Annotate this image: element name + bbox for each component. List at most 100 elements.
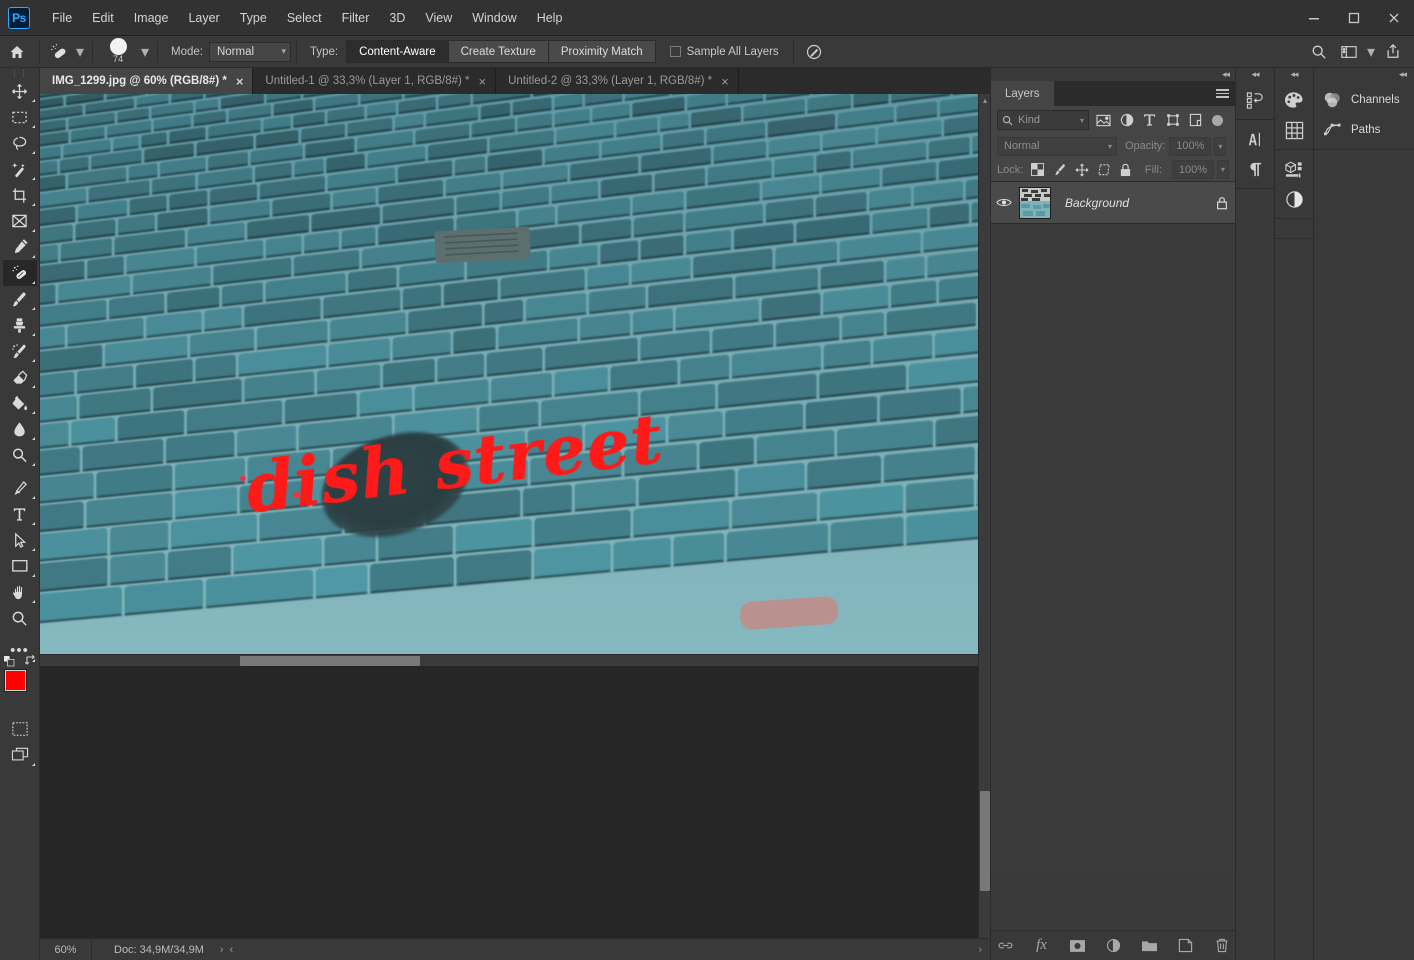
rectangular-marquee-tool[interactable] <box>3 104 37 130</box>
filter-shape-icon[interactable] <box>1162 110 1183 131</box>
minimize-button[interactable] <box>1294 0 1334 36</box>
menu-view[interactable]: View <box>415 0 462 35</box>
type-content-aware-button[interactable]: Content-Aware <box>347 41 449 62</box>
move-tool[interactable] <box>3 78 37 104</box>
brush-tool[interactable] <box>3 286 37 312</box>
close-icon[interactable]: × <box>479 75 487 88</box>
workspace-switcher-icon[interactable] <box>1334 38 1364 66</box>
crop-tool[interactable] <box>3 182 37 208</box>
filter-kind-select[interactable]: Kind ▾ <box>997 110 1089 130</box>
fill-value[interactable]: 100% <box>1172 160 1214 179</box>
spot-healing-brush-tool[interactable] <box>3 260 37 286</box>
canvas-horizontal-scrollbar[interactable] <box>40 654 978 666</box>
maximize-button[interactable] <box>1334 0 1374 36</box>
filter-enable-toggle[interactable] <box>1212 115 1223 126</box>
layer-visibility-toggle[interactable] <box>991 197 1017 208</box>
path-selection-tool[interactable] <box>3 527 37 553</box>
collapse-arrows-icon[interactable]: ◂◂ <box>1222 69 1229 80</box>
add-layer-mask-icon[interactable] <box>1068 936 1088 956</box>
canvas-area[interactable]: dish street ▴ ▾ <box>40 94 990 960</box>
lasso-tool[interactable] <box>3 130 37 156</box>
layers-list[interactable]: Background <box>991 182 1235 872</box>
airbrush-pressure-icon[interactable] <box>799 38 829 66</box>
zoom-tool[interactable] <box>3 605 37 631</box>
document-tab-untitled-1[interactable]: Untitled-1 @ 33,3% (Layer 1, RGB/8#) * × <box>253 68 496 94</box>
menu-edit[interactable]: Edit <box>82 0 124 35</box>
panel-menu-icon[interactable] <box>1216 81 1229 106</box>
collapse-arrows-icon[interactable]: ◂◂ <box>1236 68 1274 81</box>
character-panel-icon[interactable] <box>1236 124 1274 154</box>
new-layer-icon[interactable] <box>1176 936 1196 956</box>
paths-panel-button[interactable]: Paths <box>1314 115 1414 145</box>
history-brush-tool[interactable] <box>3 338 37 364</box>
canvas-vertical-scrollbar[interactable]: ▴ ▾ <box>978 94 990 948</box>
close-icon[interactable]: × <box>721 75 729 88</box>
screen-mode-button[interactable] <box>3 742 37 768</box>
layers-panel-collapse-row[interactable]: ◂◂ <box>991 68 1235 81</box>
eyedropper-tool[interactable] <box>3 234 37 260</box>
blend-mode-select[interactable]: Normal ▾ <box>209 42 291 62</box>
filter-type-icon[interactable] <box>1139 110 1160 131</box>
menu-window[interactable]: Window <box>462 0 526 35</box>
delete-layer-icon[interactable] <box>1212 936 1232 956</box>
paragraph-panel-icon[interactable] <box>1236 154 1274 184</box>
tab-layers[interactable]: Layers <box>991 81 1054 106</box>
layer-blend-mode-select[interactable]: Normal ▾ <box>997 137 1117 156</box>
dodge-tool[interactable] <box>3 442 37 468</box>
horizontal-scroll-thumb[interactable] <box>240 656 420 666</box>
zoom-level[interactable]: 60% <box>40 939 92 960</box>
quick-mask-button[interactable] <box>3 716 37 742</box>
layer-row-background[interactable]: Background <box>991 182 1235 224</box>
lock-transparent-pixels-icon[interactable] <box>1029 161 1046 178</box>
eraser-tool[interactable] <box>3 364 37 390</box>
menu-help[interactable]: Help <box>527 0 573 35</box>
gradient-tool[interactable] <box>3 390 37 416</box>
brush-preset-chevron-down-icon[interactable]: ▾ <box>138 42 152 62</box>
status-right-arrow-icon[interactable]: › <box>978 944 990 956</box>
workspace-chevron-down-icon[interactable]: ▾ <box>1364 42 1378 62</box>
swap-colors-icon[interactable] <box>24 654 37 669</box>
collapse-arrows-icon[interactable]: ◂◂ <box>1275 68 1313 81</box>
menu-image[interactable]: Image <box>124 0 179 35</box>
lock-artboard-icon[interactable] <box>1095 161 1112 178</box>
properties-3d-panel-icon[interactable] <box>1275 154 1313 184</box>
spot-healing-brush-icon[interactable] <box>45 38 73 66</box>
share-icon[interactable] <box>1378 38 1408 66</box>
filter-adjustment-icon[interactable] <box>1116 110 1137 131</box>
sample-all-layers-checkbox[interactable]: Sample All Layers <box>670 46 779 58</box>
menu-layer[interactable]: Layer <box>178 0 229 35</box>
type-create-texture-button[interactable]: Create Texture <box>449 41 549 62</box>
filter-smart-object-icon[interactable] <box>1185 110 1206 131</box>
menu-file[interactable]: File <box>42 0 82 35</box>
menu-3d[interactable]: 3D <box>379 0 415 35</box>
opacity-value[interactable]: 100% <box>1169 137 1211 156</box>
filter-pixel-icon[interactable] <box>1093 110 1114 131</box>
vertical-scroll-thumb[interactable] <box>980 791 990 891</box>
history-panel-icon[interactable] <box>1236 85 1274 115</box>
channels-panel-button[interactable]: Channels <box>1314 85 1414 115</box>
toolbar-grip[interactable]: ⋮⋮ <box>0 68 39 78</box>
hand-tool[interactable] <box>3 579 37 605</box>
document-canvas[interactable]: dish street <box>40 94 978 666</box>
color-panel-icon[interactable] <box>1275 85 1313 115</box>
magic-wand-tool[interactable] <box>3 156 37 182</box>
adjustments-panel-icon[interactable] <box>1275 184 1313 214</box>
layer-thumbnail[interactable] <box>1019 187 1051 219</box>
collapse-arrows-icon[interactable]: ◂◂ <box>1314 68 1414 81</box>
close-button[interactable] <box>1374 0 1414 36</box>
menu-type[interactable]: Type <box>230 0 277 35</box>
close-icon[interactable]: × <box>236 75 244 88</box>
clone-stamp-tool[interactable] <box>3 312 37 338</box>
foreground-color-swatch[interactable] <box>5 670 26 691</box>
swatches-panel-icon[interactable] <box>1275 115 1313 145</box>
type-tool[interactable] <box>3 501 37 527</box>
status-collapse-arrow-icon[interactable]: ‹ <box>230 944 234 956</box>
pen-tool[interactable] <box>3 475 37 501</box>
layer-name[interactable]: Background <box>1065 196 1209 210</box>
frame-tool[interactable] <box>3 208 37 234</box>
new-group-icon[interactable] <box>1140 936 1160 956</box>
fill-chevron-down-icon[interactable]: ▾ <box>1217 160 1229 179</box>
document-tab-img1299[interactable]: IMG_1299.jpg @ 60% (RGB/8#) * × <box>40 68 253 94</box>
new-adjustment-layer-icon[interactable] <box>1104 936 1124 956</box>
lock-position-icon[interactable] <box>1073 161 1090 178</box>
